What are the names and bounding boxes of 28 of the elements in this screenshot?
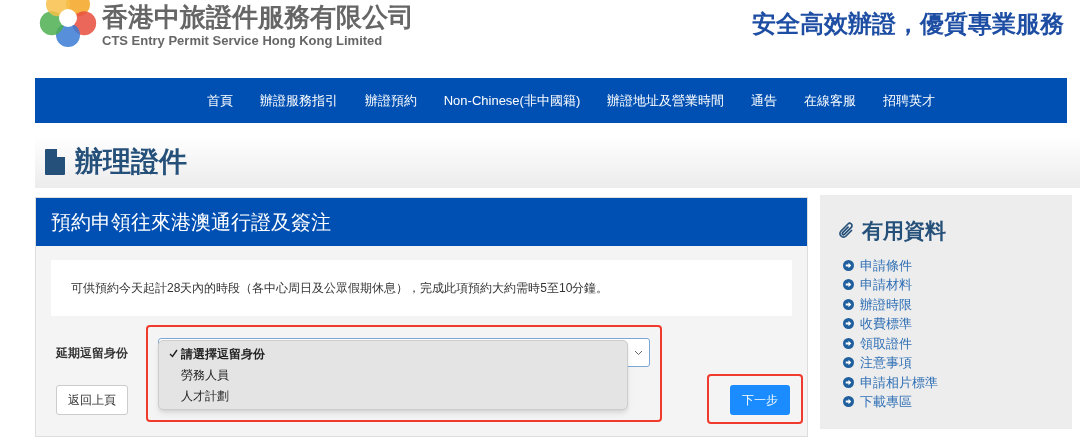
nav-link[interactable]: 辦證服務指引 [259, 90, 338, 111]
sidebar-link[interactable]: 申請條件 [860, 255, 912, 275]
slogan: 安全高效辦證，優質專業服務 [752, 8, 1064, 40]
company-name-english: CTS Entry Permit Service Hong Kong Limited [102, 32, 384, 50]
sidebar-title: 有用資料 [862, 218, 946, 244]
sidebar-link[interactable]: 辦證時限 [860, 294, 912, 314]
back-button[interactable]: 返回上頁 [56, 385, 128, 415]
nav-link[interactable]: 辦證預約 [364, 90, 417, 111]
sidebar-link[interactable]: 申請材料 [860, 275, 912, 295]
nav-link[interactable]: 招聘英才 [883, 90, 936, 111]
sidebar-link[interactable]: 申請相片標準 [860, 372, 938, 392]
sidebar-link[interactable]: 領取證件 [860, 333, 912, 353]
nav-link[interactable]: 辦證地址及營業時間 [607, 90, 725, 111]
nav-link[interactable]: 首頁 [206, 90, 233, 111]
notice-text: 可供預約今天起計28天內的時段（各中心周日及公眾假期休息），完成此項預約大約需時5至10分鐘。 [71, 280, 609, 297]
dropdown-option[interactable]: 請選擇逗留身份 [159, 343, 627, 364]
dropdown-option[interactable]: 人才計劃 [159, 385, 627, 406]
form-title: 預約申領往來港澳通行證及簽注 [51, 210, 331, 235]
sidebar-link[interactable]: 下載專區 [860, 392, 912, 412]
field-label: 延期逗留身份 [56, 344, 129, 362]
dropdown-option[interactable]: 勞務人員 [159, 364, 627, 385]
sidebar-link[interactable]: 注意事項 [860, 353, 912, 373]
nav-link[interactable]: 通告 [751, 90, 778, 111]
company-name: 香港中旅證件服務有限公司 [102, 3, 414, 31]
nav-link[interactable]: Non-Chinese(非中國籍) [443, 90, 581, 111]
sidebar-link[interactable]: 收費標準 [860, 314, 912, 334]
nav-link[interactable]: 在線客服 [804, 90, 857, 111]
page-title: 辦理證件 [75, 145, 187, 179]
